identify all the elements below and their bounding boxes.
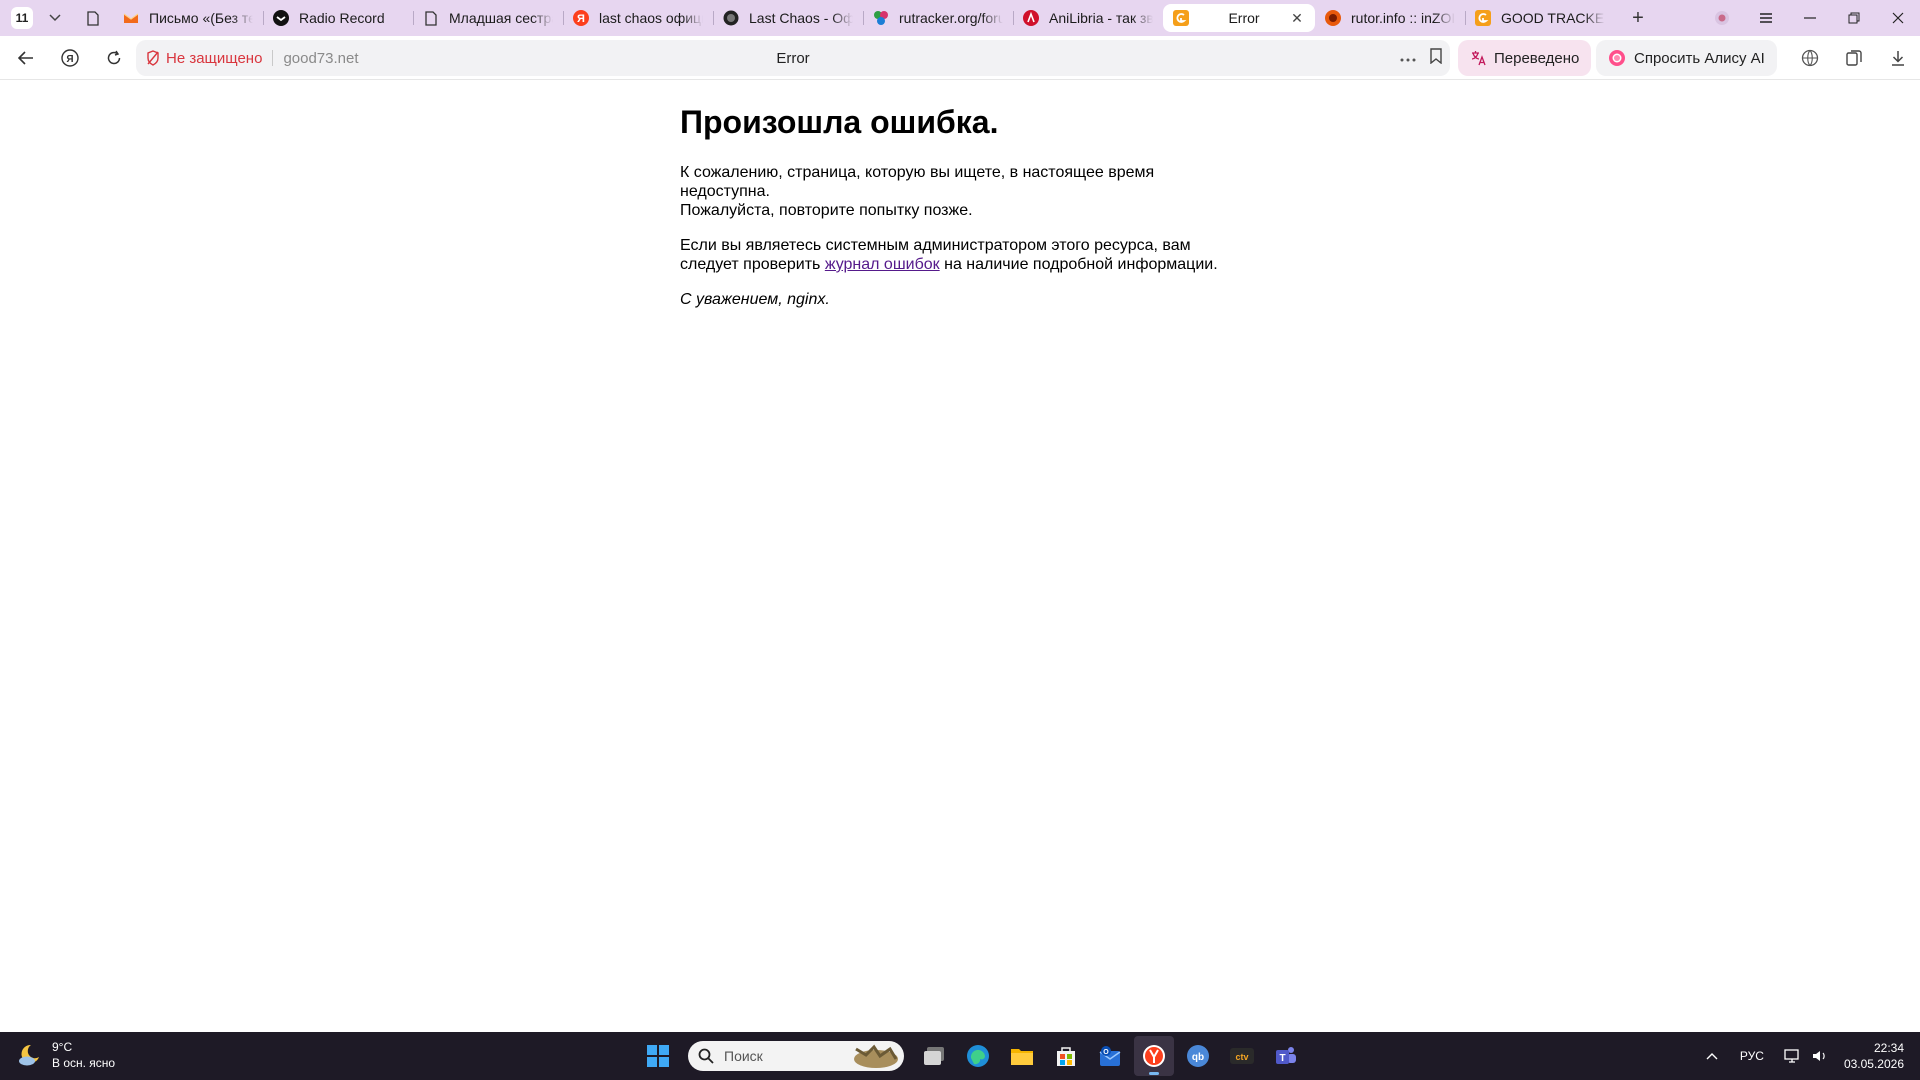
window-controls bbox=[1700, 0, 1920, 36]
translated-button[interactable]: Переведено bbox=[1458, 40, 1592, 76]
tab-mail[interactable]: Письмо «(Без темы)» bbox=[113, 4, 263, 32]
chevron-down-icon[interactable] bbox=[41, 4, 69, 32]
ask-alice-button[interactable]: Спросить Алису AI bbox=[1596, 40, 1777, 76]
tab-younger-sister[interactable]: Младшая сестра bbox=[413, 4, 563, 32]
tab-rutor[interactable]: rutor.info :: inZOI bbox=[1315, 4, 1465, 32]
globe-icon[interactable] bbox=[1788, 36, 1832, 80]
clock-date: 03.05.2026 bbox=[1843, 1057, 1904, 1071]
rutor-icon bbox=[1325, 10, 1341, 26]
extensions-shield-icon[interactable] bbox=[1700, 0, 1744, 36]
edge-browser-icon[interactable] bbox=[958, 1036, 998, 1076]
search-highlight-art-icon bbox=[854, 1044, 898, 1068]
network-icon[interactable] bbox=[1784, 1049, 1800, 1063]
tray-chevron-up-icon[interactable] bbox=[1706, 1052, 1718, 1060]
back-arrow-icon[interactable] bbox=[8, 40, 44, 76]
address-bar[interactable]: Не защищено good73.net Error bbox=[136, 40, 1450, 76]
qbittorrent-icon[interactable]: qb bbox=[1178, 1036, 1218, 1076]
close-window-icon[interactable] bbox=[1876, 0, 1920, 36]
yandex-browser-icon[interactable] bbox=[1134, 1036, 1174, 1076]
teams-icon[interactable]: T bbox=[1266, 1036, 1306, 1076]
error-log-link[interactable]: журнал ошибок bbox=[825, 256, 940, 273]
weather-temperature: 9°C bbox=[52, 1040, 73, 1054]
svg-text:T: T bbox=[1279, 1053, 1285, 1064]
signature: С уважением, nginx. bbox=[680, 290, 1240, 309]
shield-crossed-icon bbox=[147, 50, 159, 66]
collections-icon[interactable] bbox=[1832, 36, 1876, 80]
svg-text:O: O bbox=[1103, 1049, 1109, 1056]
tab-error-active[interactable]: Error ✕ bbox=[1163, 4, 1315, 32]
windows-start-icon[interactable] bbox=[638, 1036, 678, 1076]
browser-toolbar: Я Не защищено good73.net Error Переведен… bbox=[0, 36, 1920, 80]
tab-count-badge[interactable]: 11 bbox=[11, 7, 33, 29]
mail-icon bbox=[123, 10, 139, 26]
document-icon[interactable] bbox=[79, 4, 107, 32]
close-tab-icon[interactable]: ✕ bbox=[1289, 10, 1305, 26]
radio-record-icon bbox=[273, 10, 289, 26]
language-indicator[interactable]: РУС bbox=[1740, 1049, 1764, 1063]
retry-text: Пожалуйста, повторите попытку позже. bbox=[680, 202, 973, 219]
outlook-icon[interactable]: O bbox=[1090, 1036, 1130, 1076]
system-tray: РУС 22:34 03.05.2026 bbox=[1700, 1032, 1920, 1080]
tab-rutracker[interactable]: rutracker.org/forum bbox=[863, 4, 1013, 32]
translate-icon bbox=[1471, 51, 1486, 66]
good-tracker-icon bbox=[1173, 10, 1189, 26]
unavailable-text: К сожалению, страница, которую вы ищете,… bbox=[680, 164, 1155, 200]
tab-good-tracker[interactable]: GOOD TRACKER bbox=[1465, 4, 1615, 32]
unavailable-message: К сожалению, страница, которую вы ищете,… bbox=[680, 163, 1240, 220]
windows-taskbar: 9°C В осн. ясно Поиск O qb ctv T РУС 22:… bbox=[0, 1032, 1920, 1080]
moon-cloud-icon bbox=[19, 1044, 39, 1066]
error-page: Произошла ошибка. К сожалению, страница,… bbox=[680, 104, 1240, 325]
tab-list: Письмо «(Без темы)» Radio Record Младшая… bbox=[113, 0, 1651, 36]
tab-last-chaos-official[interactable]: Last Chaos - Официальный bbox=[713, 4, 863, 32]
reload-icon[interactable] bbox=[96, 40, 132, 76]
weather-description: В осн. ясно bbox=[52, 1056, 116, 1070]
security-label: Не защищено bbox=[166, 49, 263, 67]
clock-time: 22:34 bbox=[1873, 1041, 1904, 1055]
admin-text-after: на наличие подробной информации. bbox=[939, 256, 1218, 273]
yandex-home-icon[interactable]: Я bbox=[52, 40, 88, 76]
yandex-icon: Я bbox=[573, 10, 589, 26]
svg-text:Я: Я bbox=[66, 54, 73, 65]
restore-icon[interactable] bbox=[1832, 0, 1876, 36]
search-placeholder: Поиск bbox=[724, 1048, 763, 1064]
tab-last-chaos-search[interactable]: Я last chaos официальный bbox=[563, 4, 713, 32]
media-app-icon[interactable]: ctv bbox=[1222, 1036, 1262, 1076]
address-url[interactable]: good73.net bbox=[283, 50, 358, 67]
svg-text:Я: Я bbox=[577, 13, 585, 25]
download-icon[interactable] bbox=[1876, 36, 1920, 80]
tab-anilibria[interactable]: AniLibria - так звучит bbox=[1013, 4, 1163, 32]
last-chaos-icon bbox=[723, 10, 739, 26]
task-view-icon[interactable] bbox=[914, 1036, 954, 1076]
file-explorer-icon[interactable] bbox=[1002, 1036, 1042, 1076]
bookmark-icon[interactable] bbox=[1430, 47, 1442, 69]
document-icon bbox=[423, 10, 439, 26]
volume-icon[interactable] bbox=[1812, 1049, 1828, 1063]
signature-text: С уважением, nginx. bbox=[680, 291, 830, 308]
weather-widget[interactable]: 9°C В осн. ясно bbox=[16, 1039, 115, 1071]
good-tracker-icon bbox=[1475, 10, 1491, 26]
rutracker-icon bbox=[873, 10, 889, 26]
security-warning[interactable]: Не защищено bbox=[146, 50, 262, 67]
address-divider bbox=[272, 50, 274, 66]
taskbar-apps: Поиск O qb ctv T bbox=[636, 1032, 1308, 1080]
clock[interactable]: 22:34 03.05.2026 bbox=[1844, 1040, 1904, 1072]
microsoft-store-icon[interactable] bbox=[1046, 1036, 1086, 1076]
minimize-icon[interactable] bbox=[1788, 0, 1832, 36]
search-icon bbox=[698, 1048, 714, 1064]
more-dots-icon[interactable] bbox=[1400, 49, 1416, 67]
svg-text:qb: qb bbox=[1192, 1052, 1204, 1063]
error-heading: Произошла ошибка. bbox=[680, 104, 999, 140]
taskbar-search[interactable]: Поиск bbox=[688, 1041, 904, 1071]
admin-message: Если вы являетесь системным администрато… bbox=[680, 236, 1240, 274]
anilibria-icon bbox=[1023, 10, 1039, 26]
svg-text:ctv: ctv bbox=[1235, 1052, 1248, 1062]
tab-radio-record[interactable]: Radio Record bbox=[263, 4, 413, 32]
menu-hamburger-icon[interactable] bbox=[1744, 0, 1788, 36]
tab-strip: 11 Письмо «(Без темы)» Radio Record Млад… bbox=[0, 0, 1920, 36]
new-tab-plus-icon[interactable]: + bbox=[1625, 5, 1651, 31]
alice-icon bbox=[1609, 50, 1625, 66]
